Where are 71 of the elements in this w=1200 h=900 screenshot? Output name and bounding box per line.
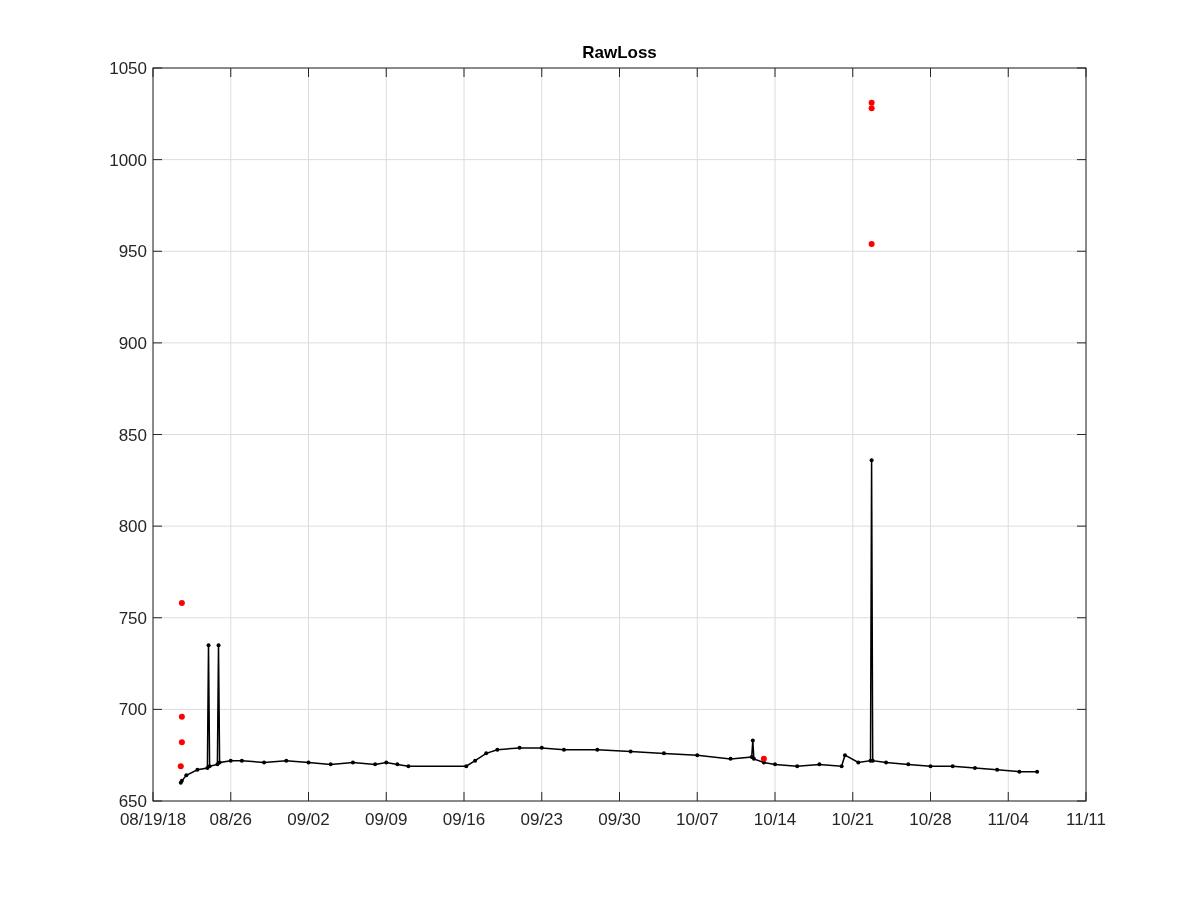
data-point bbox=[817, 762, 822, 767]
data-point bbox=[995, 767, 1000, 772]
data-point bbox=[856, 760, 861, 765]
data-point bbox=[1035, 769, 1040, 774]
outlier-point bbox=[177, 763, 184, 770]
data-point bbox=[839, 764, 844, 769]
data-point bbox=[195, 767, 200, 772]
y-tick-label: 1050 bbox=[109, 59, 147, 78]
data-point bbox=[539, 745, 544, 750]
data-point bbox=[262, 760, 267, 765]
data-point bbox=[972, 766, 977, 770]
data-point bbox=[750, 738, 755, 743]
y-tick-label: 800 bbox=[118, 517, 147, 537]
data-point bbox=[728, 756, 733, 761]
x-tick-label: 11/04 bbox=[987, 810, 1029, 829]
data-point bbox=[795, 764, 800, 769]
outlier-point bbox=[178, 600, 185, 607]
data-point bbox=[517, 745, 522, 750]
data-point bbox=[884, 760, 889, 765]
x-tick-label: 08/19/18 bbox=[119, 810, 187, 829]
chart-title: RawLoss bbox=[582, 43, 657, 62]
data-point bbox=[384, 760, 389, 765]
y-tick-label: 950 bbox=[118, 242, 147, 262]
outlier-point bbox=[868, 240, 875, 247]
data-point bbox=[495, 747, 500, 752]
data-point bbox=[373, 762, 378, 767]
data-point bbox=[773, 762, 777, 767]
y-tick-label: 750 bbox=[118, 608, 147, 628]
data-point bbox=[284, 758, 289, 763]
data-point bbox=[206, 643, 211, 648]
y-tick-label: 900 bbox=[118, 333, 147, 353]
outlier-point bbox=[178, 739, 185, 746]
data-point bbox=[395, 762, 400, 767]
data-point bbox=[228, 758, 233, 763]
x-tick-label: 08/26 bbox=[209, 810, 252, 829]
data-point bbox=[869, 458, 874, 463]
data-point bbox=[484, 751, 489, 756]
x-tick-label: 09/09 bbox=[365, 810, 408, 829]
x-tick-label: 10/28 bbox=[909, 810, 952, 829]
data-point bbox=[695, 753, 700, 758]
x-tick-label: 10/21 bbox=[831, 810, 874, 829]
y-tick-label: 650 bbox=[118, 792, 147, 811]
data-point bbox=[406, 764, 411, 769]
outlier-point bbox=[760, 755, 767, 762]
data-point bbox=[950, 764, 955, 769]
data-point bbox=[906, 762, 911, 767]
data-point bbox=[464, 764, 469, 769]
x-tick-label: 10/07 bbox=[676, 810, 719, 829]
data-point bbox=[216, 643, 221, 648]
data-point bbox=[1017, 769, 1022, 774]
y-tick-label: 850 bbox=[118, 425, 147, 445]
data-point bbox=[239, 758, 244, 763]
data-point bbox=[328, 762, 333, 767]
data-point bbox=[595, 747, 600, 752]
x-tick-label: 10/14 bbox=[753, 810, 797, 829]
data-point bbox=[473, 758, 478, 763]
x-tick-label: 09/02 bbox=[287, 810, 330, 829]
data-point bbox=[628, 749, 633, 754]
data-point bbox=[306, 760, 311, 765]
x-tick-label: 11/11 bbox=[1066, 810, 1106, 829]
y-tick-label: 700 bbox=[118, 700, 147, 720]
outlier-point bbox=[178, 713, 185, 720]
data-point bbox=[561, 747, 566, 752]
x-tick-label: 09/30 bbox=[598, 810, 641, 829]
x-tick-label: 09/16 bbox=[442, 810, 486, 829]
data-point bbox=[843, 753, 847, 758]
data-point bbox=[661, 751, 666, 756]
x-tick-label: 09/23 bbox=[520, 810, 563, 829]
data-point bbox=[928, 764, 933, 769]
data-point bbox=[350, 760, 355, 765]
y-tick-label: 1000 bbox=[109, 150, 147, 170]
